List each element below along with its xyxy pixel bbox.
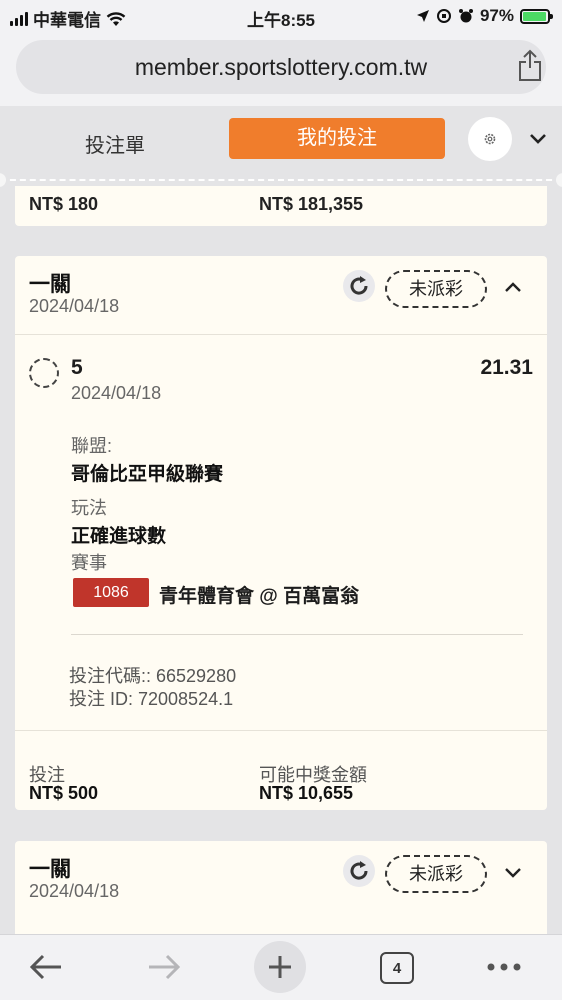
chevron-down-icon[interactable] xyxy=(528,128,548,148)
tab-betslip[interactable]: 投注單 xyxy=(60,126,170,166)
selection-name: 5 xyxy=(71,356,83,379)
bet-type: 一關 xyxy=(29,858,71,881)
refresh-button[interactable] xyxy=(343,270,375,302)
bet-date: 2024/04/18 xyxy=(29,881,120,901)
battery-icon xyxy=(520,8,553,24)
bet-card: 一關 2024/04/18 未派彩 5 2024/04/18 21.31 聯盟:… xyxy=(15,256,547,810)
selection-odds: 21.31 xyxy=(480,356,533,379)
bet-type: 一關 xyxy=(29,273,71,296)
status-badge: 未派彩 xyxy=(385,855,487,893)
plus-icon xyxy=(269,956,291,978)
settings-button[interactable] xyxy=(468,117,512,161)
previous-payout: NT$ 181,355 xyxy=(259,194,364,214)
chevron-up-icon[interactable] xyxy=(504,280,522,294)
more-button[interactable] xyxy=(484,947,524,987)
refresh-icon xyxy=(350,861,368,880)
stake-value: NT$ 500 xyxy=(29,783,99,803)
tab-my-bets[interactable]: 我的投注 xyxy=(229,118,445,159)
battery-percent: 97% xyxy=(479,6,514,25)
market-label: 玩法 xyxy=(71,498,107,518)
alarm-icon xyxy=(458,9,473,23)
perforation-divider xyxy=(0,179,562,181)
gear-icon xyxy=(484,133,496,145)
payout-value: NT$ 10,655 xyxy=(259,783,354,803)
forward-button[interactable] xyxy=(144,947,184,987)
address-bar[interactable]: member.sportslottery.com.tw xyxy=(16,40,546,94)
status-badge: 未派彩 xyxy=(385,270,487,308)
bet-id: 投注 ID: 72008524.1 xyxy=(69,689,234,709)
refresh-button[interactable] xyxy=(343,855,375,887)
lock-rotation-icon xyxy=(436,9,451,23)
new-tab-button[interactable] xyxy=(254,941,306,993)
arrow-left-icon xyxy=(29,954,61,980)
event-name: 青年體育會 @ 百萬富翁 xyxy=(159,586,360,607)
event-number-badge: 1086 xyxy=(73,578,149,607)
card-divider xyxy=(15,334,547,335)
status-bar: 中華電信 上午8:55 97% xyxy=(0,0,562,34)
league-label: 聯盟: xyxy=(71,436,113,456)
status-right: 97% xyxy=(416,6,553,26)
bet-date: 2024/04/18 xyxy=(29,296,120,316)
url-text: member.sportslottery.com.tw xyxy=(134,53,428,80)
bet-tabs: 投注單 我的投注 xyxy=(0,106,562,186)
arrow-right-icon xyxy=(149,954,181,980)
browser-address-area: member.sportslottery.com.tw xyxy=(0,34,562,106)
footer-divider xyxy=(15,730,547,731)
web-content: 投注單 我的投注 NT$ 180 NT$ 181,355 一關 2024/04/… xyxy=(0,106,562,934)
previous-stake: NT$ 180 xyxy=(29,194,99,214)
detail-divider xyxy=(71,634,523,635)
refresh-icon xyxy=(350,276,368,295)
more-icon xyxy=(487,963,521,971)
back-button[interactable] xyxy=(26,947,66,987)
event-label: 賽事 xyxy=(71,553,107,573)
chevron-down-icon[interactable] xyxy=(504,865,522,879)
market-value: 正確進球數 xyxy=(71,526,167,547)
share-icon[interactable] xyxy=(518,48,542,82)
browser-toolbar: 4 xyxy=(0,934,562,1000)
location-icon xyxy=(416,10,429,22)
previous-bet-card: NT$ 180 NT$ 181,355 xyxy=(15,186,547,226)
selection-date: 2024/04/18 xyxy=(71,383,162,403)
tabs-button[interactable]: 4 xyxy=(380,952,414,984)
selection-status-icon xyxy=(29,358,59,388)
bet-panel: 投注單 我的投注 NT$ 180 NT$ 181,355 一關 2024/04/… xyxy=(0,106,562,934)
league-value: 哥倫比亞甲級聯賽 xyxy=(71,464,224,485)
next-bet-card[interactable]: 一關 2024/04/18 未派彩 xyxy=(15,841,547,934)
